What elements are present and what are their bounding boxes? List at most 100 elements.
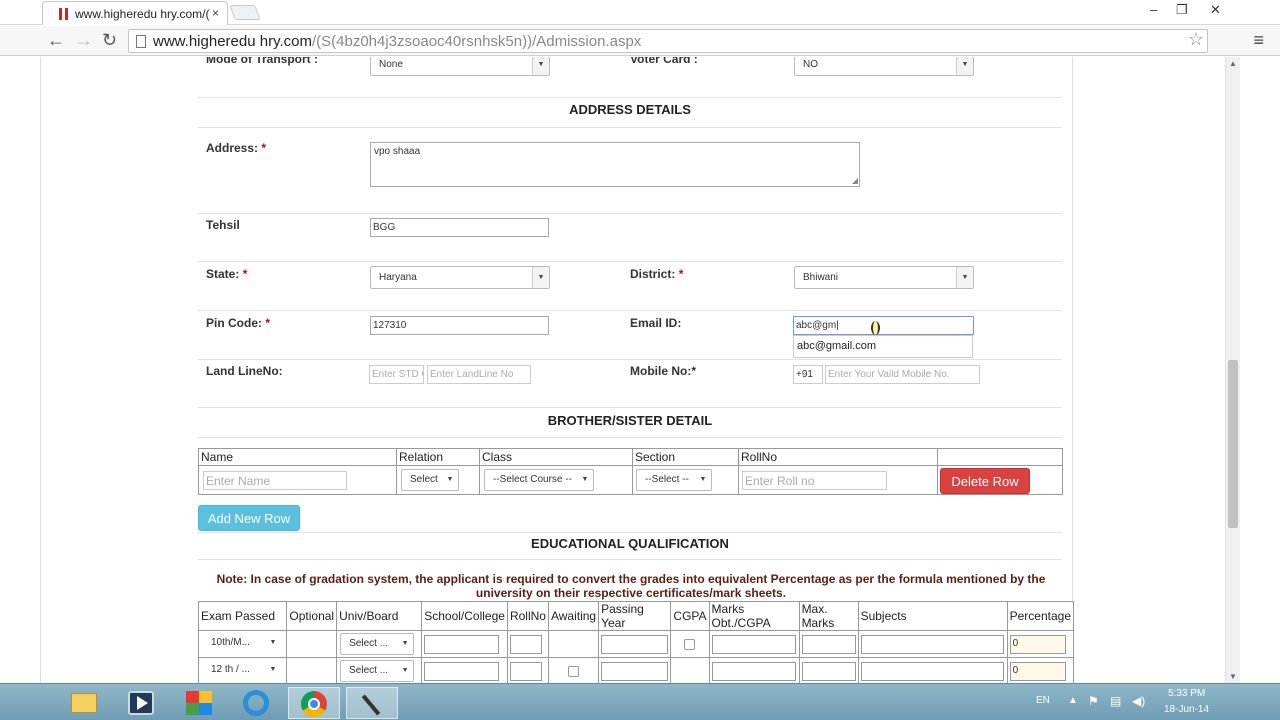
sibling-section-title: BROTHER/SISTER DETAIL — [547, 413, 713, 428]
volume-icon[interactable]: ◀) — [1132, 694, 1145, 708]
paint-app-icon[interactable] — [173, 687, 225, 719]
relation-select[interactable]: Select ▼ — [401, 469, 459, 491]
col-header-max-marks: Max. Marks — [798, 601, 859, 631]
voter-select[interactable]: NO ▼ — [794, 57, 974, 76]
rollno-input[interactable] — [509, 661, 542, 681]
univ-select[interactable]: Select ... ▼ — [340, 633, 415, 655]
email-value: abc@gm — [796, 320, 837, 331]
exam-select[interactable]: 10th/M... ▼ — [203, 633, 281, 655]
pincode-value: 127310 — [373, 320, 407, 331]
email-autocomplete-suggestion[interactable]: abc@gmail.com — [793, 335, 973, 358]
scroll-up-icon[interactable]: ▲ — [1229, 59, 1237, 68]
bookmark-star-icon[interactable]: ☆ — [1188, 29, 1204, 50]
passing-year-input[interactable] — [601, 634, 669, 654]
add-new-row-button[interactable]: Add New Row — [198, 505, 300, 531]
pincode-input[interactable]: 127310 — [370, 316, 549, 335]
delete-row-button[interactable]: Delete Row — [940, 468, 1030, 494]
col-header-rollno: RollNo — [506, 601, 549, 631]
mobile-input[interactable]: Enter Your Vaild Mobile No. — [825, 365, 980, 384]
page-scrollbar[interactable]: ▲ ▼ — [1225, 57, 1240, 683]
browser-tab[interactable]: www.higheredu hry.com/( × — [42, 1, 228, 25]
col-header-exam: Exam Passed — [197, 601, 288, 631]
col-header-marks: Marks Obt./CGPA — [708, 601, 800, 631]
col-header-action — [937, 448, 1063, 466]
passing-year-input[interactable] — [601, 661, 669, 681]
max-marks-input[interactable] — [801, 634, 856, 654]
address-bar[interactable]: www.higheredu hry.com/(S(4bz0h4j3zsoaoc4… — [128, 29, 1208, 53]
table-row: 12 th / ... ▼ Select ... ▼ 0 — [197, 657, 1075, 683]
district-label: District: * — [630, 267, 683, 281]
tehsil-input[interactable]: BGG — [370, 218, 549, 237]
transport-select[interactable]: None ▼ — [370, 57, 550, 76]
divider — [198, 127, 1062, 128]
table-header-row: Exam Passed Optional Univ/Board School/C… — [197, 601, 1075, 631]
univ-select[interactable]: Select ... ▼ — [340, 660, 415, 682]
marks-input[interactable] — [711, 634, 796, 654]
col-header-optional: Optional — [286, 601, 338, 631]
browser-titlebar: www.higheredu hry.com/( × – ❐ ✕ — [0, 0, 1280, 25]
state-select[interactable]: Haryana ▼ — [370, 266, 550, 289]
rollno-input[interactable] — [509, 634, 542, 654]
sibling-name-input[interactable]: Enter Name — [203, 470, 347, 490]
district-select[interactable]: Bhiwani ▼ — [794, 266, 974, 289]
action-center-flag-icon[interactable]: ⚑ — [1088, 694, 1099, 708]
subjects-input[interactable] — [860, 634, 1004, 654]
chevron-down-icon: ▼ — [269, 666, 277, 673]
chrome-icon[interactable] — [288, 687, 340, 719]
back-icon[interactable]: ← — [47, 30, 65, 51]
mobile-prefix-input[interactable]: +91 — [793, 365, 823, 384]
page-left-border — [40, 57, 41, 683]
scroll-down-icon[interactable]: ▼ — [1229, 672, 1237, 681]
media-player-icon[interactable] — [115, 687, 167, 719]
reload-icon[interactable]: ↻ — [102, 30, 117, 51]
cell-cgpa — [670, 657, 710, 683]
address-label: Address: * — [206, 141, 266, 155]
school-input[interactable] — [424, 634, 500, 654]
required-mark: * — [242, 267, 248, 281]
forward-icon[interactable]: → — [75, 30, 93, 51]
restore-button[interactable]: ❐ — [1176, 2, 1188, 18]
col-header-relation: Relation — [396, 448, 480, 466]
marks-input[interactable] — [711, 661, 796, 681]
network-icon[interactable]: ▤ — [1110, 694, 1121, 708]
chevron-down-icon: ▼ — [956, 57, 973, 75]
tab-close-icon[interactable]: × — [212, 6, 219, 20]
language-indicator[interactable]: EN — [1036, 695, 1050, 706]
resize-grip-icon[interactable]: ◢ — [852, 176, 858, 185]
page-icon — [136, 35, 146, 48]
address-textarea[interactable]: vpo shaaa ◢ — [370, 142, 860, 187]
sibling-rollno-input[interactable]: Enter Roll no — [742, 470, 887, 490]
grading-note: Note: In case of gradation system, the a… — [216, 572, 1046, 600]
close-window-button[interactable]: ✕ — [1210, 2, 1236, 18]
col-header-cgpa: CGPA — [670, 601, 710, 631]
relation-value: Select — [410, 474, 438, 485]
max-marks-input[interactable] — [801, 661, 856, 681]
clock-date[interactable]: 18-Jun-14 — [1164, 704, 1209, 715]
email-input[interactable]: abc@gm| — [793, 316, 974, 335]
microphone-app-icon[interactable] — [346, 687, 398, 719]
landline-input[interactable]: Enter LandLine No — [427, 365, 531, 384]
awaiting-checkbox[interactable] — [568, 666, 580, 678]
cell-section: --Select -- ▼ — [632, 465, 739, 495]
class-select[interactable]: --Select Course -- ▼ — [484, 469, 594, 491]
school-input[interactable] — [424, 661, 500, 681]
percentage-input[interactable]: 0 — [1009, 661, 1066, 681]
exam-select[interactable]: 12 th / ... ▼ — [203, 660, 281, 682]
percentage-input[interactable]: 0 — [1009, 634, 1066, 654]
cgpa-checkbox[interactable] — [684, 639, 696, 651]
cell-rollno: Enter Roll no — [738, 465, 938, 495]
show-hidden-icons[interactable]: ▲ — [1068, 695, 1078, 706]
new-tab-button[interactable] — [229, 5, 261, 20]
subjects-input[interactable] — [860, 661, 1004, 681]
section-select[interactable]: --Select -- ▼ — [636, 469, 712, 491]
scrollbar-thumb[interactable] — [1228, 360, 1238, 528]
std-code-input[interactable]: Enter STD C — [369, 365, 424, 384]
chrome-menu-icon[interactable]: ≡ — [1253, 30, 1264, 51]
minimize-button[interactable]: – — [1150, 2, 1157, 17]
internet-explorer-icon[interactable] — [230, 687, 282, 719]
file-explorer-icon[interactable] — [58, 687, 110, 719]
clock-time[interactable]: 5:33 PM — [1168, 688, 1205, 699]
address-value: vpo shaaa — [374, 146, 421, 157]
education-table: Exam Passed Optional Univ/Board School/C… — [197, 601, 1075, 683]
std-placeholder: Enter STD C — [372, 369, 424, 380]
